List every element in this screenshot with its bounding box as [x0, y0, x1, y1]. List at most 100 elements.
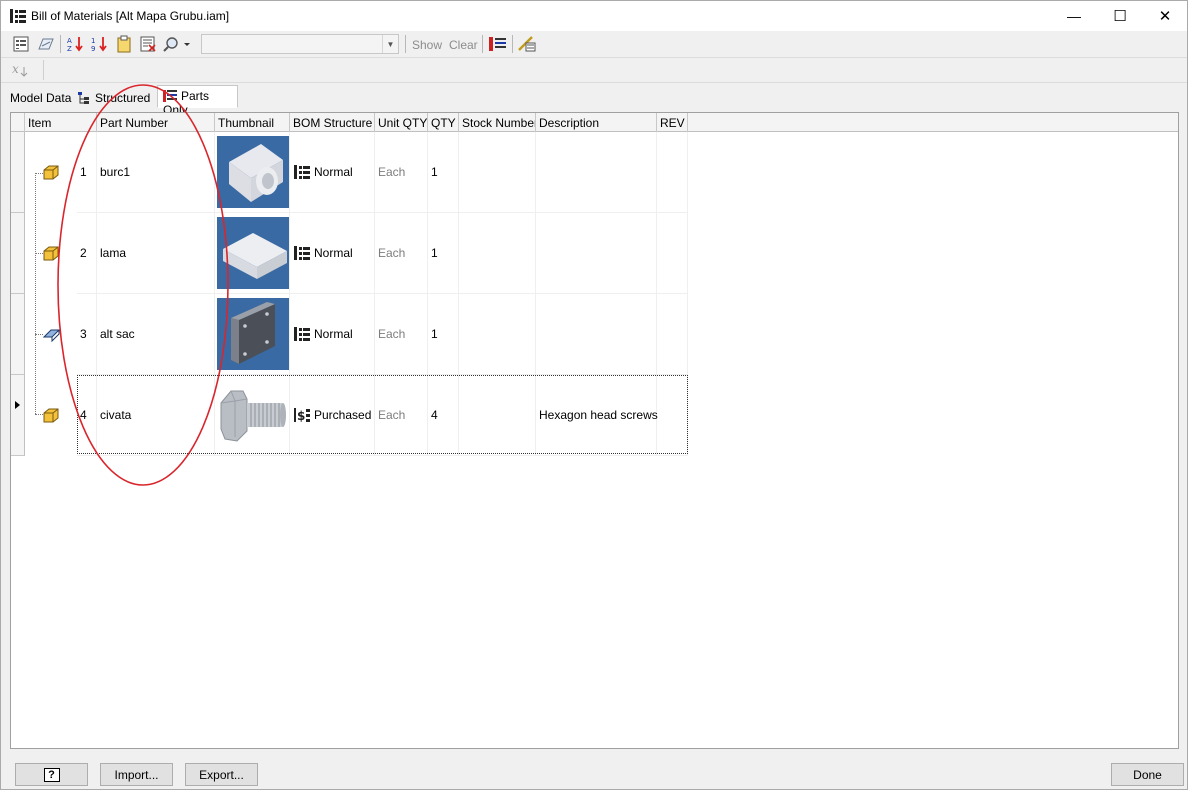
- part-icon: [43, 165, 59, 180]
- bom-structure[interactable]: $ Purchased: [290, 375, 375, 456]
- view-tabs: Model Data Structured Parts Only: [1, 85, 1187, 117]
- sort-ascending-icon[interactable]: A Z: [66, 35, 86, 53]
- bom-structure-label: Normal: [314, 246, 353, 260]
- table-row[interactable]: 1 burc1 Normal Each 1: [11, 132, 688, 213]
- title-bar: Bill of Materials [Alt Mapa Grubu.iam] —…: [1, 1, 1187, 31]
- table-row[interactable]: 4 civata $ Purchased Each 4 Hexagon head…: [11, 375, 688, 456]
- view-select[interactable]: ▼: [201, 34, 399, 54]
- thumbnail: [215, 375, 290, 456]
- part-number[interactable]: alt sac: [97, 294, 215, 375]
- qty[interactable]: 1: [428, 132, 459, 213]
- item-number[interactable]: 4: [77, 375, 97, 456]
- export-button[interactable]: Export...: [185, 763, 258, 786]
- description[interactable]: [536, 294, 657, 375]
- part-icon: [43, 408, 59, 423]
- row-header[interactable]: [11, 132, 25, 213]
- part-number[interactable]: lama: [97, 213, 215, 294]
- column-header-qty[interactable]: QTY: [428, 113, 459, 132]
- column-header-rev[interactable]: REV: [657, 113, 688, 132]
- thumbnail: [215, 294, 290, 375]
- description[interactable]: Hexagon head screws: [536, 375, 658, 456]
- table-row[interactable]: 3 alt sac Normal Each 1: [11, 294, 688, 375]
- part-number[interactable]: burc1: [97, 132, 215, 213]
- qty[interactable]: 1: [428, 213, 459, 294]
- block-part-thumbnail: [217, 217, 289, 289]
- column-header-stock-number[interactable]: Stock Number: [459, 113, 536, 132]
- unit-qty[interactable]: Each: [375, 294, 428, 375]
- column-header-unit-qty[interactable]: Unit QTY: [375, 113, 428, 132]
- update-icon[interactable]: [517, 35, 537, 53]
- qty[interactable]: 4: [428, 375, 459, 456]
- row-header[interactable]: [11, 375, 25, 456]
- part-number[interactable]: civata: [97, 375, 215, 456]
- description[interactable]: [536, 213, 657, 294]
- stock-number[interactable]: [459, 213, 536, 294]
- row-header[interactable]: [11, 294, 25, 375]
- show-button[interactable]: Show: [412, 38, 442, 52]
- minimize-button[interactable]: —: [1051, 1, 1097, 31]
- tab-label: Model Data: [10, 91, 72, 105]
- tab-structured[interactable]: Structured: [71, 87, 156, 107]
- column-header-description[interactable]: Description: [536, 113, 657, 132]
- columns-icon[interactable]: [488, 35, 508, 53]
- maximize-icon: ☐: [1113, 8, 1127, 25]
- formula-input[interactable]: [43, 60, 1183, 80]
- stock-number[interactable]: [459, 132, 536, 213]
- tab-model-data[interactable]: Model Data: [4, 87, 77, 107]
- bom-structure[interactable]: Normal: [290, 132, 375, 213]
- clear-button[interactable]: Clear: [449, 38, 478, 52]
- rev[interactable]: [657, 294, 688, 375]
- unit-qty[interactable]: Each: [375, 213, 428, 294]
- edit-icon[interactable]: [36, 35, 56, 53]
- normal-structure-icon: [294, 327, 310, 341]
- header-corner: [11, 113, 25, 132]
- bom-structure-label: Normal: [314, 327, 353, 341]
- column-header-item[interactable]: Item: [25, 113, 97, 132]
- svg-text:A: A: [67, 37, 72, 45]
- rev[interactable]: [657, 375, 688, 456]
- unit-qty[interactable]: Each: [375, 375, 428, 456]
- column-header-part-number[interactable]: Part Number: [97, 113, 215, 132]
- column-header-bom-structure[interactable]: BOM Structure: [290, 113, 375, 132]
- plate-part-thumbnail: [217, 298, 289, 370]
- bom-structure-label: Purchased: [314, 408, 372, 422]
- maximize-button[interactable]: ☐: [1097, 1, 1143, 31]
- bom-structure-label: Normal: [314, 165, 353, 179]
- thumbnail: [215, 132, 290, 213]
- window-title: Bill of Materials [Alt Mapa Grubu.iam]: [31, 9, 230, 23]
- import-button[interactable]: Import...: [100, 763, 173, 786]
- svg-text:$: $: [297, 409, 305, 423]
- bom-app-icon: [10, 9, 26, 23]
- filter-icon[interactable]: [138, 35, 158, 53]
- stock-number[interactable]: [459, 375, 536, 456]
- sheet-metal-part-icon: [42, 329, 60, 343]
- table-row[interactable]: 2 lama Normal Each 1: [11, 213, 688, 294]
- rev[interactable]: [657, 132, 688, 213]
- column-header-thumbnail[interactable]: Thumbnail: [215, 113, 290, 132]
- item-number[interactable]: 1: [77, 132, 97, 213]
- qty[interactable]: 1: [428, 294, 459, 375]
- bom-view-icon[interactable]: [12, 35, 32, 53]
- sort-descending-icon[interactable]: 1 9: [90, 35, 110, 53]
- close-button[interactable]: ✕: [1142, 1, 1188, 31]
- rev[interactable]: [657, 213, 688, 294]
- normal-structure-icon: [294, 165, 310, 179]
- help-button[interactable]: ?: [15, 763, 88, 786]
- description[interactable]: [536, 132, 657, 213]
- item-number[interactable]: 2: [77, 213, 97, 294]
- stock-number[interactable]: [459, 294, 536, 375]
- clipboard-icon[interactable]: [114, 35, 134, 53]
- item-number[interactable]: 3: [77, 294, 97, 375]
- bom-window: Bill of Materials [Alt Mapa Grubu.iam] —…: [0, 0, 1188, 790]
- svg-text:Z: Z: [67, 45, 72, 53]
- row-header[interactable]: [11, 213, 25, 294]
- unit-qty[interactable]: Each: [375, 132, 428, 213]
- bom-structure[interactable]: Normal: [290, 294, 375, 375]
- find-icon[interactable]: [162, 35, 192, 53]
- structured-tree-icon: [78, 92, 89, 104]
- done-button[interactable]: Done: [1111, 763, 1184, 786]
- tab-parts-only[interactable]: Parts Only: [157, 85, 238, 117]
- bom-structure[interactable]: Normal: [290, 213, 375, 294]
- fx-icon[interactable]: x: [11, 62, 33, 78]
- tube-part-thumbnail: [217, 136, 289, 208]
